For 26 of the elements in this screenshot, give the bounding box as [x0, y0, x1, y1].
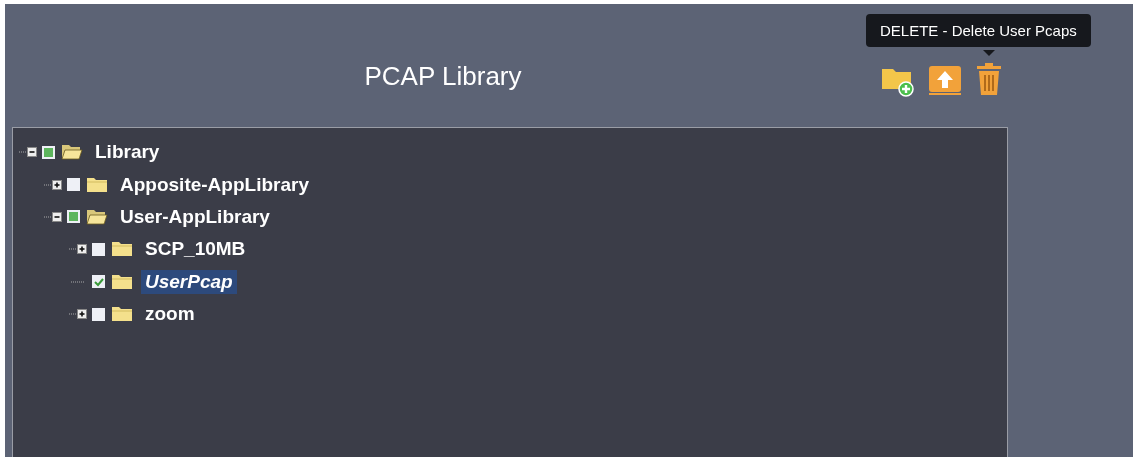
trash-icon[interactable] — [975, 61, 1003, 97]
page-title: PCAP Library — [363, 60, 523, 93]
folder-icon — [111, 273, 133, 290]
folder-icon — [111, 241, 133, 258]
tree-item[interactable]: UserPcap — [141, 269, 237, 294]
tree-item[interactable]: Apposite-AppLibrary — [116, 172, 313, 197]
open-folder-icon — [61, 144, 83, 161]
open-folder-icon — [86, 208, 108, 225]
checkbox[interactable] — [92, 307, 105, 321]
checkbox[interactable] — [92, 242, 105, 256]
tree-item[interactable]: User-AppLibrary — [116, 204, 274, 229]
folder-icon — [86, 176, 108, 193]
collapse-icon[interactable] — [44, 210, 64, 223]
tree-item[interactable]: Library — [91, 140, 164, 165]
upload-icon[interactable] — [927, 63, 963, 97]
tree-item[interactable]: SCP_10MB — [141, 237, 250, 262]
folder-icon — [111, 306, 133, 323]
tree-item[interactable]: zoom — [141, 302, 199, 327]
expand-icon[interactable] — [69, 308, 89, 321]
checkbox[interactable] — [92, 275, 105, 289]
expand-icon[interactable] — [69, 243, 89, 256]
expand-icon[interactable] — [44, 178, 64, 191]
tooltip-pointer — [983, 50, 995, 56]
checkbox[interactable] — [67, 178, 80, 192]
collapse-icon[interactable] — [19, 146, 39, 159]
tooltip: DELETE - Delete User Pcaps — [866, 14, 1091, 47]
